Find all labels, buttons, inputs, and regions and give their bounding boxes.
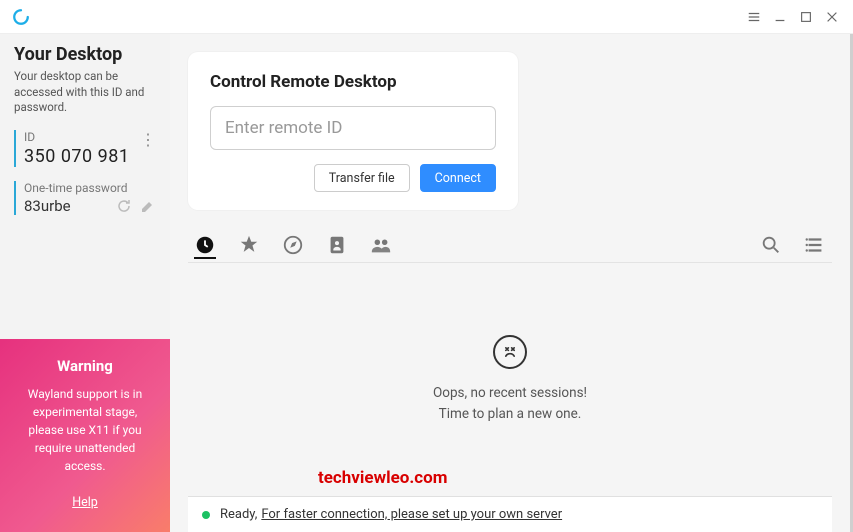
tabbar [188,234,832,263]
sidebar-desc: Your desktop can be accessed with this I… [14,69,156,116]
sidebar-title: Your Desktop [14,44,156,65]
minimize-icon[interactable] [767,4,793,30]
id-more-icon[interactable]: ⋮ [140,130,156,148]
warning-title: Warning [14,357,156,375]
connect-button[interactable]: Connect [420,164,496,192]
transfer-file-button[interactable]: Transfer file [314,164,410,192]
empty-line1: Oops, no recent sessions! [433,383,587,403]
empty-line2: Time to plan a new one. [439,404,582,424]
content: Control Remote Desktop Transfer file Con… [170,34,853,532]
status-dot-icon [202,511,210,519]
watermark: techviewleo.com [318,468,447,488]
app-logo-icon [12,8,30,26]
warning-text: Wayland support is in experimental stage… [14,385,156,475]
titlebar [0,0,853,34]
control-card: Control Remote Desktop Transfer file Con… [188,52,518,210]
refresh-icon[interactable] [116,198,132,214]
id-label: ID [24,130,129,144]
tab-discovered[interactable] [282,234,304,256]
warning-help-link[interactable]: Help [72,495,98,510]
tab-address-book[interactable] [326,234,348,256]
list-view-icon[interactable] [804,234,826,256]
status-ready: Ready, [220,507,257,522]
password-value: 83urbe [24,197,108,215]
tab-recent[interactable] [194,237,216,259]
sad-face-icon [493,335,527,369]
tab-favorites[interactable] [238,234,260,256]
id-value: 350 070 981 [24,146,129,167]
control-title: Control Remote Desktop [210,72,496,92]
close-icon[interactable] [819,4,845,30]
maximize-icon[interactable] [793,4,819,30]
sidebar: Your Desktop Your desktop can be accesse… [0,34,170,532]
password-label: One-time password [24,181,156,195]
search-icon[interactable] [760,234,782,256]
empty-state: Oops, no recent sessions! Time to plan a… [188,263,832,496]
status-server-link[interactable]: For faster connection, please set up you… [261,507,562,522]
remote-id-input[interactable] [210,106,496,150]
tab-group[interactable] [370,234,392,256]
edit-icon[interactable] [140,198,156,214]
hamburger-icon[interactable] [741,4,767,30]
statusbar: Ready, For faster connection, please set… [188,496,832,532]
warning-panel: Warning Wayland support is in experiment… [0,339,170,532]
